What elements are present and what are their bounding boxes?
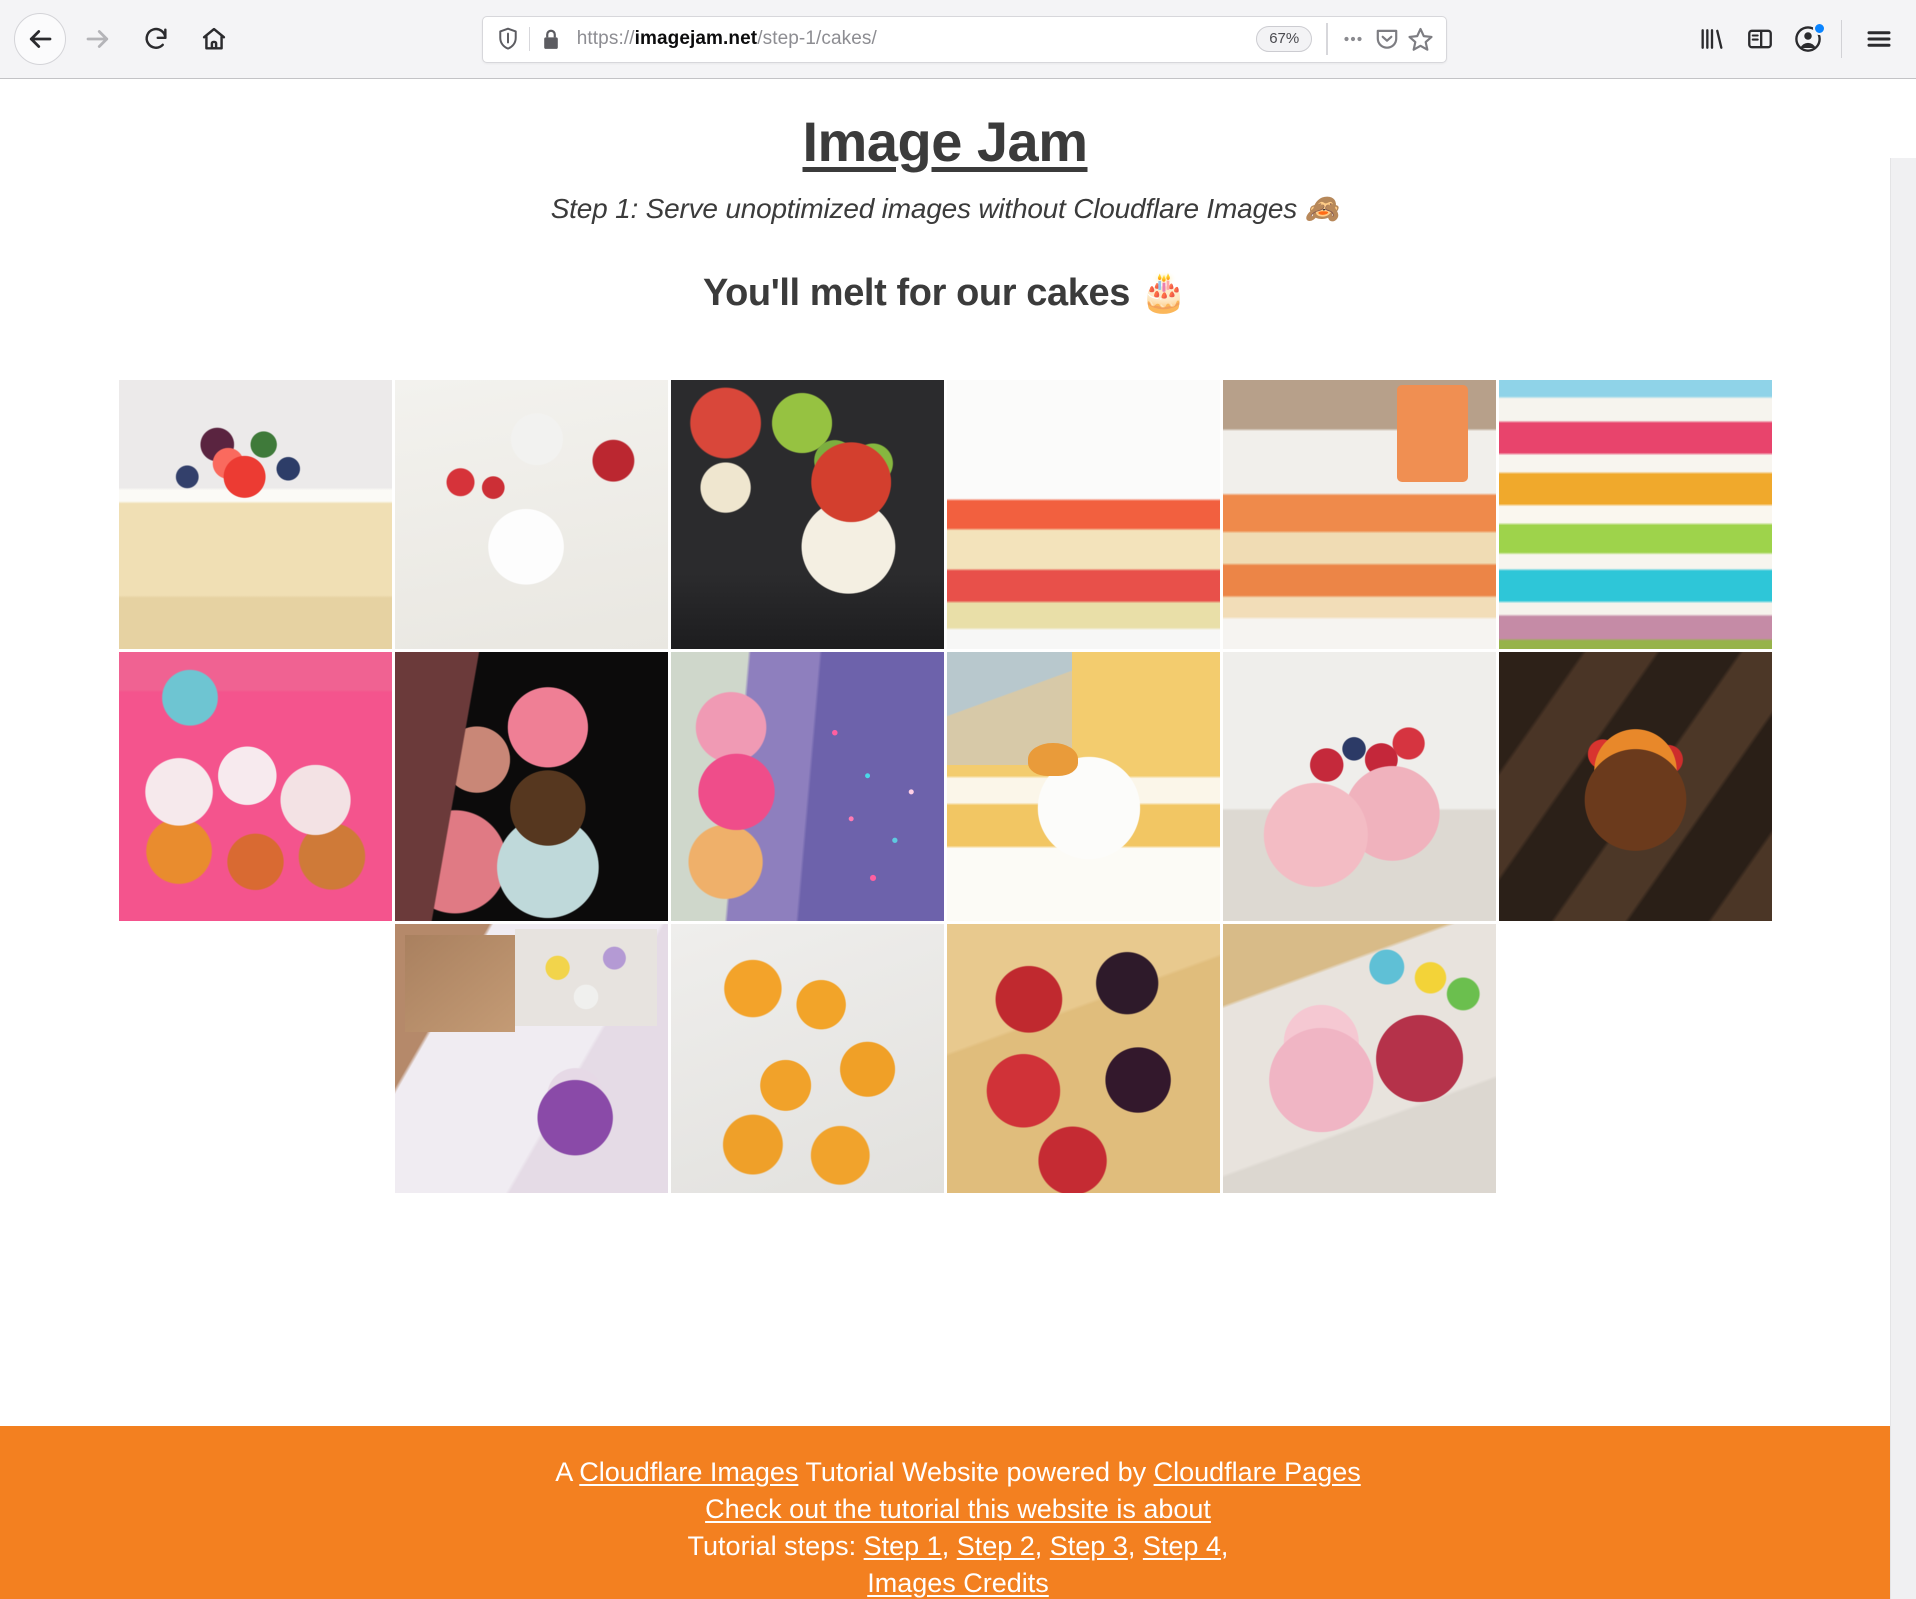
back-button[interactable]: [14, 13, 66, 65]
gallery-image-strawberry-blueberry-sponge-square[interactable]: [118, 380, 392, 649]
url-text[interactable]: https://imagejam.net/step-1/cakes/: [566, 28, 1256, 50]
gallery-image-pastel-swirl-cupcakes[interactable]: [118, 652, 392, 921]
star-icon[interactable]: [1404, 22, 1438, 56]
arrow-right-icon: [83, 24, 113, 54]
footer-line-credits: A Cloudflare Images Tutorial Website pow…: [0, 1454, 1916, 1491]
padlock-icon[interactable]: [536, 24, 566, 54]
images-credits-link[interactable]: Images Credits: [867, 1568, 1049, 1598]
cake-photo: [1222, 924, 1496, 1193]
gallery-image-woman-with-chocolate-cake[interactable]: [394, 652, 668, 921]
cake-photo: [1498, 380, 1772, 649]
cake-photo: [670, 380, 944, 649]
urlbar-divider: [528, 27, 530, 51]
footer-line-steps: Tutorial steps: Step 1, Step 2, Step 3, …: [0, 1528, 1916, 1565]
site-footer: A Cloudflare Images Tutorial Website pow…: [0, 1426, 1916, 1599]
steps-sep-4: ,: [1220, 1530, 1229, 1561]
cake-photo: [394, 380, 668, 649]
home-button[interactable]: [188, 13, 240, 65]
gallery-image-pink-frosted-cupcakes-with-candy[interactable]: [1222, 924, 1496, 1193]
step-2-link[interactable]: Step 2: [957, 1531, 1035, 1561]
home-icon: [200, 25, 228, 53]
steps-sep-1: ,: [941, 1530, 957, 1561]
gallery-image-rainbow-layer-cake[interactable]: [1498, 380, 1772, 649]
url-scheme: https://: [576, 28, 635, 49]
cake-image-gallery: [118, 380, 1772, 1193]
url-host: imagejam.net: [634, 28, 758, 49]
navigation-buttons: [14, 13, 240, 65]
cake-photo: [946, 924, 1220, 1193]
arrow-left-icon: [25, 24, 55, 54]
step-4-link[interactable]: Step 4: [1143, 1531, 1221, 1561]
cake-photo: [394, 924, 668, 1193]
page-subtitle: Step 1: Serve unoptimized images without…: [550, 193, 1340, 224]
scrollbar-thumb[interactable]: [1894, 158, 1914, 1208]
cake-photo: [946, 380, 1220, 649]
tutorial-steps-label: Tutorial steps:: [687, 1530, 864, 1561]
shield-icon[interactable]: [493, 24, 523, 54]
zoom-level-indicator[interactable]: 67%: [1256, 26, 1313, 52]
toolbar-divider: [1840, 20, 1842, 58]
gallery-image-mixed-berry-tartlets[interactable]: [946, 924, 1220, 1193]
gallery-image-candy-corn-swirl-tarts[interactable]: [670, 924, 944, 1193]
section-heading: You'll melt for our cakes 🎂: [702, 272, 1188, 314]
account-avatar-icon[interactable]: [1785, 16, 1831, 62]
library-icon[interactable]: [1689, 16, 1735, 62]
footer-line-credits-link: Images Credits: [0, 1565, 1916, 1599]
page-content: Image Jam Step 1: Serve unoptimized imag…: [0, 79, 1916, 1599]
browser-toolbar: https://imagejam.net/step-1/cakes/ 67%: [0, 0, 1916, 79]
ellipsis-icon[interactable]: [1336, 22, 1370, 56]
vertical-scrollbar[interactable]: [1890, 158, 1916, 1599]
cake-photo: [118, 380, 392, 649]
cloudflare-images-link[interactable]: Cloudflare Images: [579, 1457, 798, 1487]
gallery-image-vanilla-cake-slice-on-plate[interactable]: [946, 652, 1220, 921]
account-notification-dot: [1812, 22, 1826, 35]
url-path: /step-1/cakes/: [757, 28, 877, 49]
gallery-image-purple-sprinkle-cake[interactable]: [670, 652, 944, 921]
address-bar-container: https://imagejam.net/step-1/cakes/ 67%: [240, 15, 1689, 63]
footer-middle: Tutorial Website powered by: [798, 1457, 1154, 1487]
cake-photo: [1498, 652, 1772, 921]
cake-photo: [670, 924, 944, 1193]
sidebar-icon[interactable]: [1737, 16, 1783, 62]
cake-photo: [394, 652, 668, 921]
step-3-link[interactable]: Step 3: [1050, 1531, 1128, 1561]
footer-line-tutorial: Check out the tutorial this website is a…: [0, 1491, 1916, 1528]
hamburger-menu-icon[interactable]: [1856, 16, 1902, 62]
steps-sep-3: ,: [1127, 1530, 1143, 1561]
reload-icon: [142, 25, 170, 53]
page-title: Image Jam: [802, 110, 1089, 173]
gallery-image-orange-layer-cake-slice[interactable]: [1222, 380, 1496, 649]
urlbar-divider-2: [1326, 23, 1328, 55]
step-1-link[interactable]: Step 1: [864, 1531, 942, 1561]
address-bar[interactable]: https://imagejam.net/step-1/cakes/ 67%: [481, 15, 1447, 63]
forward-button[interactable]: [72, 13, 124, 65]
page-inner: Image Jam Step 1: Serve unoptimized imag…: [0, 79, 1890, 1193]
cake-photo: [946, 652, 1220, 921]
footer-prefix: A: [555, 1457, 580, 1487]
cake-photo: [118, 652, 392, 921]
gallery-image-orange-strawberry-tart[interactable]: [1498, 652, 1772, 921]
cake-photo: [1222, 652, 1496, 921]
browser-action-buttons: [1689, 16, 1903, 62]
gallery-image-strawberry-cheesecake-slice[interactable]: [394, 380, 668, 649]
cloudflare-pages-link[interactable]: Cloudflare Pages: [1154, 1457, 1361, 1487]
steps-sep-2: ,: [1034, 1530, 1050, 1561]
cake-photo: [1222, 380, 1496, 649]
gallery-image-fruit-topped-cake-with-apples[interactable]: [670, 380, 944, 649]
reload-button[interactable]: [130, 13, 182, 65]
gallery-image-purple-cupcake-with-spoon[interactable]: [394, 924, 668, 1193]
tutorial-link[interactable]: Check out the tutorial this website is a…: [705, 1494, 1211, 1524]
cake-photo: [670, 652, 944, 921]
gallery-image-strawberry-mousse-cake[interactable]: [946, 380, 1220, 649]
pocket-icon[interactable]: [1370, 22, 1404, 56]
gallery-image-pink-petit-fours-with-berries[interactable]: [1222, 652, 1496, 921]
